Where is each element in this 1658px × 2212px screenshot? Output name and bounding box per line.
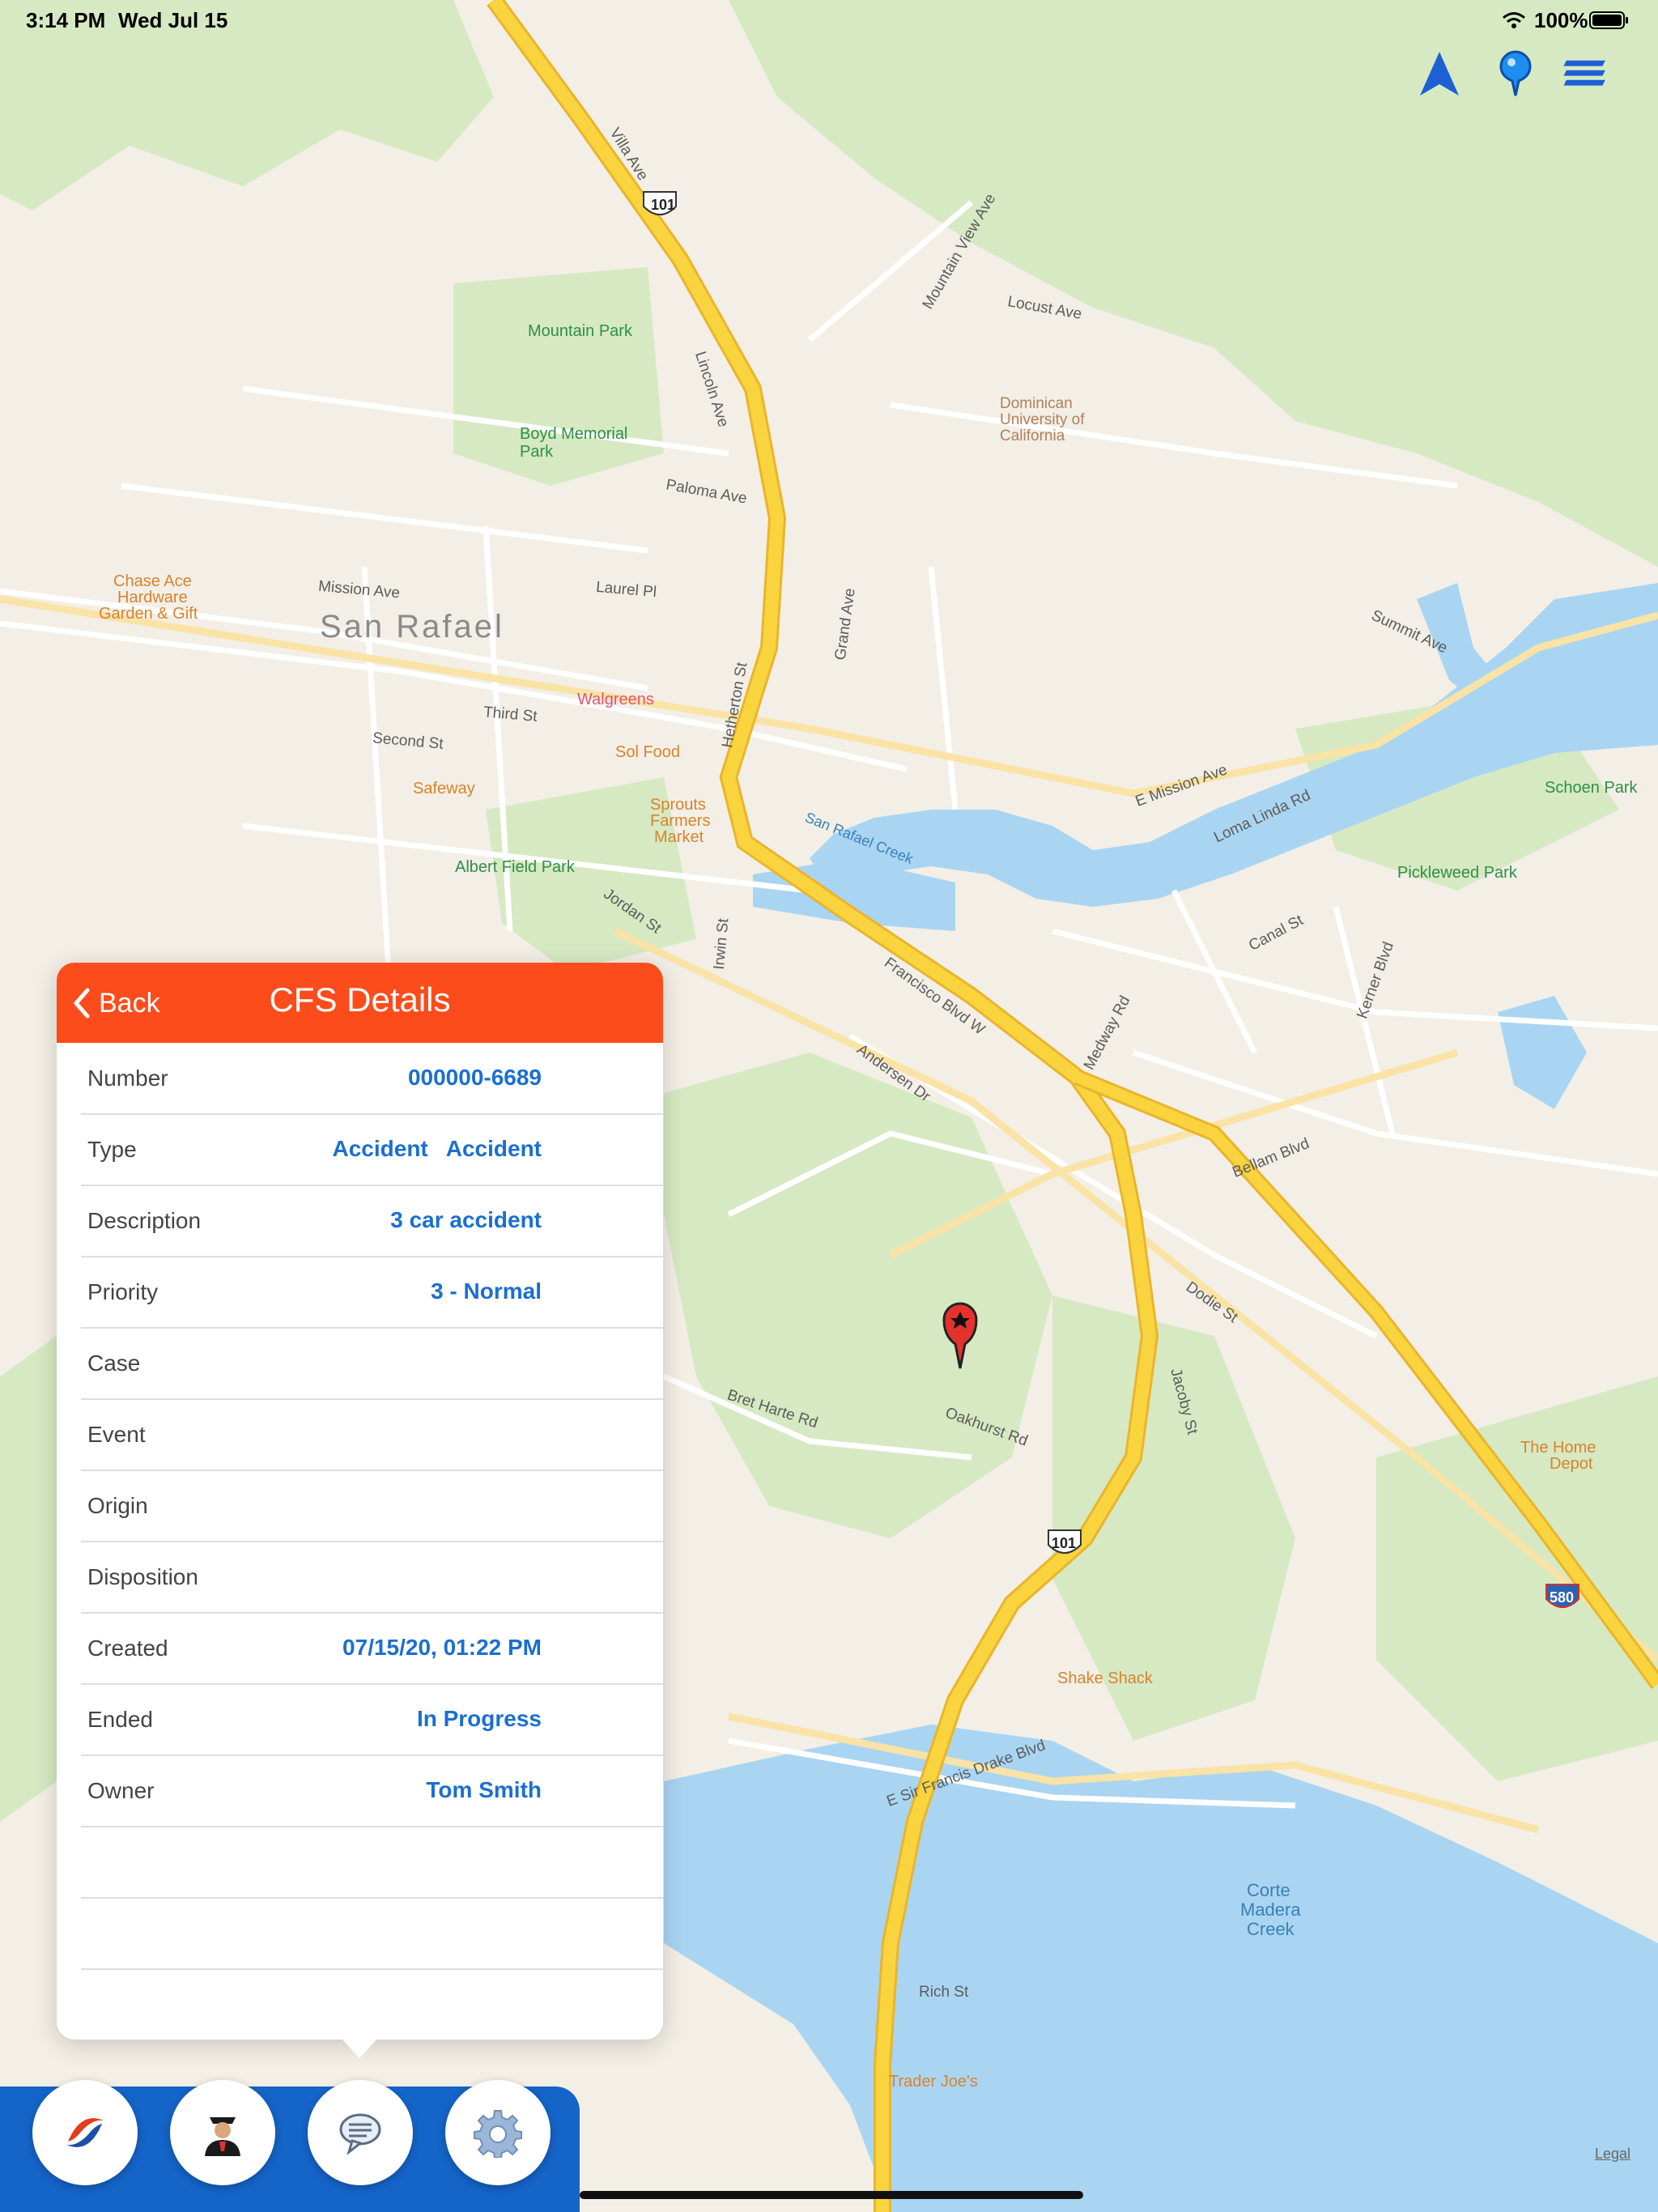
map-label-boyd-park: Boyd Memorial [520, 425, 628, 443]
map-pin-icon[interactable] [1491, 49, 1540, 99]
row-label: Disposition [87, 1564, 198, 1589]
map-label-dominican-2: University of [1000, 411, 1085, 428]
row-description[interactable]: Description 3 car accident [81, 1185, 663, 1257]
row-disposition[interactable]: Disposition [81, 1542, 663, 1614]
app-logo-icon [66, 2118, 104, 2147]
map-label-hwy-101-south: 101 [1052, 1535, 1077, 1551]
wifi-icon [1503, 12, 1525, 28]
row-label: Case [87, 1351, 141, 1376]
row-empty [81, 1898, 663, 1970]
officer-icon [205, 2117, 240, 2156]
row-label: Event [87, 1422, 146, 1447]
status-time: 3:14 PM [26, 8, 106, 32]
row-created[interactable]: Created 07/15/20, 01:22 PM [81, 1613, 663, 1685]
map-label-albert-park: Albert Field Park [455, 858, 575, 876]
row-label: Description [87, 1208, 202, 1233]
map-label-corte-2: Madera [1240, 1899, 1301, 1920]
panel-title: CFS Details [269, 981, 451, 1019]
row-event[interactable]: Event [81, 1399, 663, 1471]
row-owner[interactable]: Owner Tom Smith [81, 1755, 663, 1827]
row-number[interactable]: Number 000000-6689 [81, 1043, 663, 1115]
row-label: Type [87, 1137, 137, 1162]
map-label-i580: 580 [1550, 1589, 1575, 1606]
map-label-trader-joes: Trader Joe's [889, 2073, 978, 2091]
settings-gear-icon [474, 2110, 522, 2158]
row-label: Created [87, 1636, 168, 1661]
popover-arrow [342, 2039, 377, 2058]
map-label-shake-shack: Shake Shack [1057, 1670, 1153, 1687]
map-label-city: San Rafael [320, 609, 504, 644]
officer-button[interactable] [170, 2080, 275, 2185]
row-value: Accident Accident [333, 1136, 542, 1162]
map-label-mountain-park: Mountain Park [528, 322, 632, 340]
map-label-boyd-park-2: Park [520, 443, 554, 461]
row-origin[interactable]: Origin [81, 1470, 663, 1542]
row-value: 07/15/20, 01:22 PM [342, 1635, 542, 1660]
row-label: Origin [87, 1493, 148, 1518]
cfs-details-panel: Back CFS Details Number 000000-6689 Type… [57, 963, 663, 2040]
map-label-corte-1: Corte [1247, 1880, 1290, 1900]
app-logo-button[interactable] [32, 2080, 138, 2185]
map-label-rich-st: Rich St [919, 1984, 969, 2001]
row-label: Priority [87, 1279, 159, 1304]
settings-button[interactable] [445, 2080, 551, 2185]
battery-icon [1589, 11, 1628, 29]
row-value: 3 - Normal [431, 1278, 542, 1304]
row-label: Number [87, 1066, 168, 1091]
row-empty [81, 1827, 663, 1899]
map-label-corte-3: Creek [1247, 1919, 1295, 1939]
map-label-home-depot-2: Depot [1550, 1455, 1593, 1473]
status-date: Wed Jul 15 [118, 8, 228, 32]
map-label-safeway: Safeway [413, 780, 475, 798]
messages-button[interactable] [308, 2080, 413, 2185]
map-label-dominican-1: Dominican [1000, 395, 1073, 412]
map-label-sprouts-3: Market [654, 828, 704, 846]
row-label: Ended [87, 1707, 153, 1732]
row-value: 3 car accident [390, 1207, 542, 1232]
panel-header: Back CFS Details [57, 963, 663, 1043]
map-legal-link[interactable]: Legal [1595, 2146, 1630, 2163]
row-value: In Progress [416, 1706, 542, 1731]
status-battery: 100% [1534, 8, 1588, 32]
map-label-pickleweed-park: Pickleweed Park [1397, 864, 1517, 882]
type-value: Accident [332, 1136, 428, 1161]
row-label: Owner [87, 1778, 155, 1803]
map-label-hwy-101-north: 101 [651, 197, 676, 213]
row-value: Tom Smith [426, 1777, 542, 1802]
type-value-secondary: Accident [445, 1136, 542, 1161]
row-type[interactable]: Type Accident Accident [81, 1114, 663, 1186]
map-label-schoen-park: Schoen Park [1545, 779, 1638, 797]
navigation-arrow-icon[interactable] [1415, 49, 1464, 99]
map-label-chase-3: Garden & Gift [99, 605, 198, 623]
home-indicator [580, 2191, 1083, 2199]
chat-icon [339, 2113, 381, 2156]
row-priority[interactable]: Priority 3 - Normal [81, 1257, 663, 1329]
map-label-solfood: Sol Food [615, 743, 681, 761]
map-label-dominican-3: California [1000, 428, 1065, 445]
row-case[interactable]: Case [81, 1328, 663, 1400]
layers-icon[interactable] [1561, 49, 1609, 99]
row-ended[interactable]: Ended In Progress [81, 1684, 663, 1756]
map-label-walgreens: Walgreens [577, 691, 654, 708]
row-value: 000000-6689 [407, 1065, 542, 1090]
